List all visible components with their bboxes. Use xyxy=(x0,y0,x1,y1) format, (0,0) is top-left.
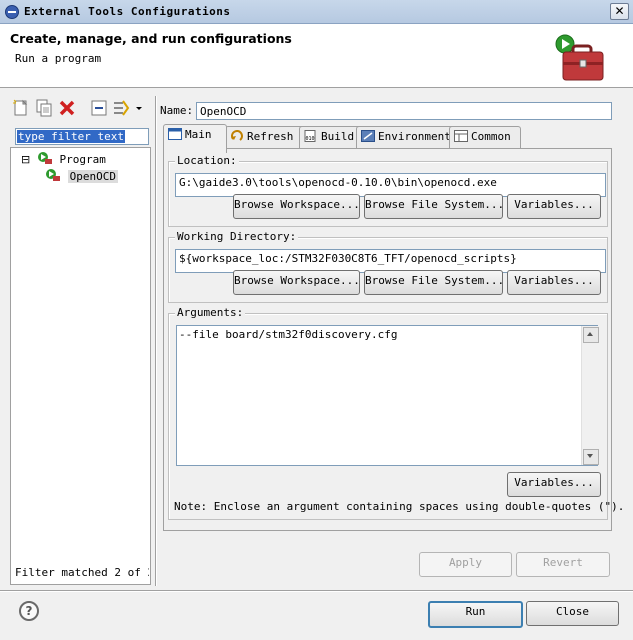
window-close-button[interactable]: ✕ xyxy=(610,3,629,20)
arguments-variables-button[interactable]: Variables... xyxy=(507,472,601,497)
main-tab-icon xyxy=(168,128,182,140)
arguments-text: --file board/stm32f0discovery.cfg xyxy=(179,328,398,341)
header-subtitle: Run a program xyxy=(15,52,102,65)
arguments-scrollbar[interactable] xyxy=(581,326,599,465)
delete-config-icon[interactable] xyxy=(58,99,76,117)
location-variables-button[interactable]: Variables... xyxy=(507,194,601,219)
collapse-all-icon[interactable] xyxy=(90,99,108,117)
dropdown-arrow-icon[interactable] xyxy=(134,99,144,117)
common-icon xyxy=(454,130,468,142)
revert-button[interactable]: Revert xyxy=(516,552,610,577)
separator xyxy=(0,590,633,592)
svg-text:010: 010 xyxy=(306,136,315,142)
working-directory-label: Working Directory: xyxy=(175,230,299,243)
refresh-icon xyxy=(231,130,243,141)
tree-item-program[interactable]: ⊟ Program xyxy=(21,151,106,167)
config-tree: ⊟ Program OpenOCD Filter matched 2 of 2 … xyxy=(10,147,151,585)
scroll-up-arrow-icon[interactable] xyxy=(583,327,599,343)
arguments-note: Note: Enclose an argument containing spa… xyxy=(174,500,625,513)
scroll-down-arrow-icon[interactable] xyxy=(583,449,599,465)
filter-config-icon[interactable] xyxy=(112,99,130,117)
sash-divider[interactable] xyxy=(155,96,157,586)
filter-status: Filter matched 2 of 2 items xyxy=(15,566,149,579)
tree-item-label: Program xyxy=(59,153,106,166)
workdir-browse-workspace-button[interactable]: Browse Workspace... xyxy=(233,270,360,295)
tab-label: Refresh xyxy=(247,130,294,143)
duplicate-config-icon[interactable] xyxy=(35,99,53,117)
app-icon xyxy=(5,5,19,19)
tab-label: Common xyxy=(471,130,511,143)
toolbox-red-icon xyxy=(555,34,604,81)
dialog-header: Create, manage, and run configurations R… xyxy=(0,24,633,88)
config-toolbar xyxy=(8,96,152,122)
tab-label: Main xyxy=(185,128,212,141)
title-bar: External Tools Configurations ✕ xyxy=(0,0,633,24)
arguments-label: Arguments: xyxy=(175,306,246,319)
tab-label: Environment xyxy=(378,130,451,143)
help-icon[interactable]: ? xyxy=(19,601,39,621)
filter-placeholder-text: type filter text xyxy=(17,130,125,143)
filter-input[interactable]: type filter text xyxy=(15,128,149,145)
run-button[interactable]: Run xyxy=(428,601,523,628)
window-title: External Tools Configurations xyxy=(24,5,231,18)
tree-item-label: OpenOCD xyxy=(67,170,118,183)
name-field[interactable]: OpenOCD xyxy=(196,102,612,120)
environment-icon xyxy=(361,130,375,142)
location-browse-workspace-button[interactable]: Browse Workspace... xyxy=(233,194,360,219)
close-button[interactable]: Close xyxy=(526,601,619,626)
name-label: Name: xyxy=(160,104,194,117)
apply-button[interactable]: Apply xyxy=(419,552,512,577)
program-type-icon xyxy=(37,152,52,164)
launch-config-icon xyxy=(46,169,60,181)
tree-expander-icon[interactable]: ⊟ xyxy=(21,153,30,166)
new-config-icon[interactable] xyxy=(12,99,30,117)
tab-main[interactable]: Main xyxy=(163,124,227,153)
location-browse-filesystem-button[interactable]: Browse File System... xyxy=(364,194,504,219)
workdir-browse-filesystem-button[interactable]: Browse File System... xyxy=(364,270,504,295)
tree-item-openocd[interactable]: OpenOCD xyxy=(45,168,118,184)
arguments-textarea[interactable]: --file board/stm32f0discovery.cfg xyxy=(176,325,599,466)
tab-label: Build xyxy=(321,130,355,143)
build-icon: 010 xyxy=(304,130,316,142)
workdir-variables-button[interactable]: Variables... xyxy=(507,270,601,295)
location-label: Location: xyxy=(175,154,239,167)
header-title: Create, manage, and run configurations xyxy=(10,31,292,46)
